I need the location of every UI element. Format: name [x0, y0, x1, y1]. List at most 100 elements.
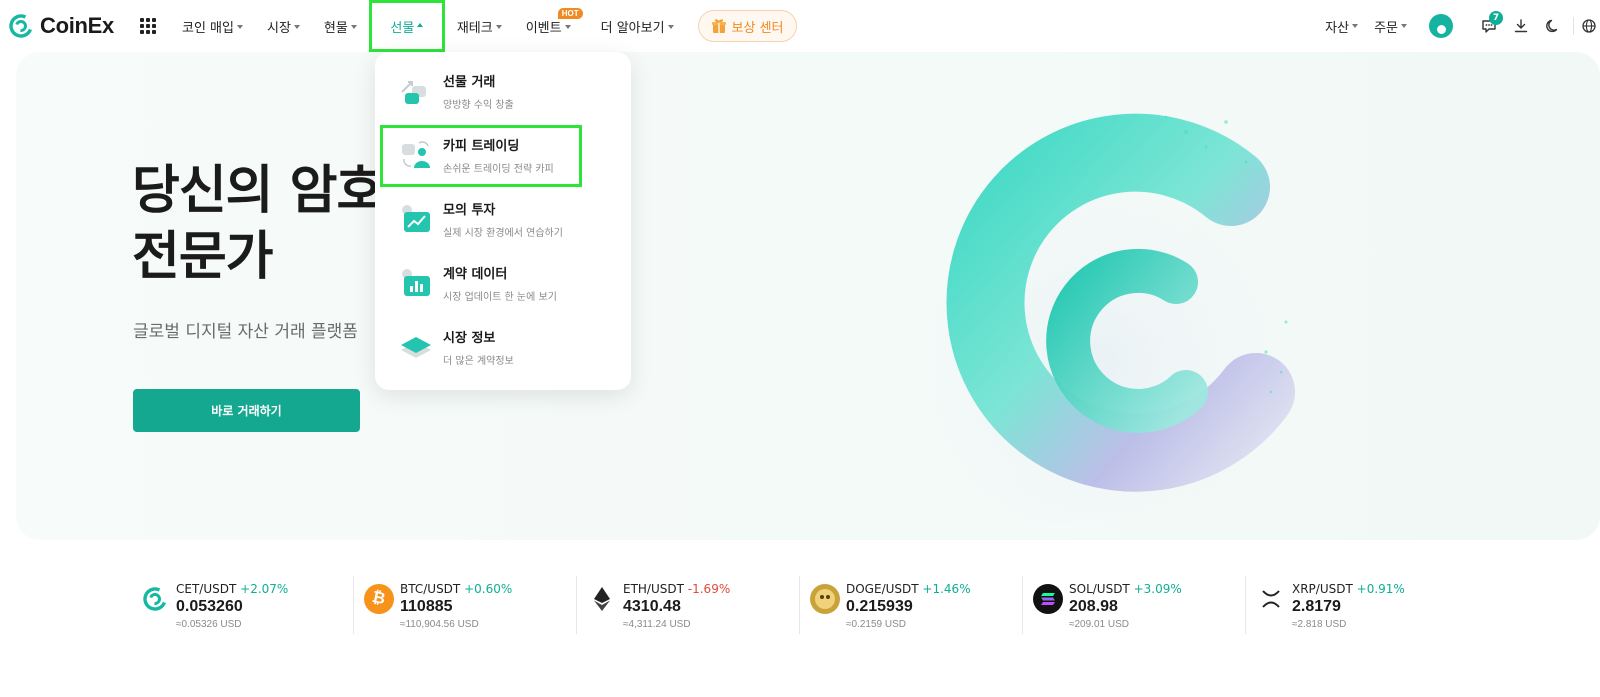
- download-icon: [1514, 19, 1528, 33]
- nav-more-label: 더 알아보기: [600, 20, 665, 36]
- menu-item-desc: 양방향 수익 창출: [443, 100, 514, 111]
- main-nav: 코인 매입 시장 현물 선물 재테크 이벤트 HOT 더 알아보기 보상 센터: [170, 0, 797, 52]
- language-button[interactable]: [1578, 10, 1600, 42]
- menu-item-copy-trading[interactable]: 카피 트레이딩 손쉬운 트레이딩 전략 카피: [375, 124, 631, 186]
- ticker-price: 0.053260: [176, 598, 243, 615]
- coinex-3d-logo-illustration: [901, 113, 1301, 522]
- trade-now-button[interactable]: 바로 거래하기: [133, 389, 360, 432]
- nav-futures-label: 선물: [390, 20, 415, 36]
- market-info-icon: [401, 337, 431, 358]
- menu-item-desc: 손쉬운 트레이딩 전략 카피: [443, 164, 554, 175]
- orders-menu[interactable]: 주문: [1366, 17, 1415, 36]
- ticker-item-xrp[interactable]: XRP/USDT +0.91% 2.8179 ≈2.818 USD: [1245, 576, 1468, 634]
- chevron-down-icon: [236, 25, 243, 29]
- ticker-change: +2.07%: [240, 582, 289, 596]
- chevron-down-icon: [667, 25, 674, 29]
- menu-item-demo-trading[interactable]: 모의 투자 실제 시장 환경에서 연습하기: [375, 188, 631, 250]
- nav-earn-label: 재테크: [456, 20, 493, 36]
- avatar[interactable]: [1429, 14, 1453, 38]
- nav-buy-crypto-label: 코인 매입: [182, 20, 234, 36]
- nav-buy-crypto[interactable]: 코인 매입: [170, 0, 255, 52]
- ticker-change: +0.60%: [464, 582, 513, 596]
- ticker-price: 208.98: [1069, 598, 1118, 615]
- nav-earn[interactable]: 재테크: [445, 0, 514, 52]
- nav-markets[interactable]: 시장: [255, 0, 312, 52]
- menu-item-title: 모의 투자: [443, 203, 496, 218]
- menu-item-title: 선물 거래: [443, 75, 496, 90]
- hero-title: 당신의 암호 전문가: [132, 158, 384, 290]
- chevron-down-icon: [1401, 24, 1407, 28]
- futures-dropdown-menu: 선물 거래 양방향 수익 창출 카피 트레이딩 손쉬운 트레이딩 전략 카피 모…: [375, 52, 631, 390]
- assets-menu[interactable]: 자산: [1317, 17, 1366, 36]
- ticker-price: 2.8179: [1292, 598, 1341, 615]
- ticker-usd: ≈2.818 USD: [1292, 619, 1347, 630]
- demo-trading-icon: [402, 205, 430, 232]
- ticker-item-cet[interactable]: CET/USDT +2.07% 0.053260 ≈0.05326 USD: [130, 576, 353, 634]
- hero-title-line1: 당신의 암호: [132, 161, 384, 221]
- menu-item-contract-data[interactable]: 계약 데이터 시장 업데이트 한 눈에 보기: [375, 252, 631, 314]
- coinex-logo-icon: [9, 14, 33, 38]
- chevron-down-icon: [564, 25, 571, 29]
- ticker-item-btc[interactable]: ₿ BTC/USDT +0.60% 110885 ≈110,904.56 USD: [353, 576, 576, 634]
- orders-label: 주문: [1374, 20, 1398, 36]
- ticker-pair: XRP/USDT: [1292, 582, 1353, 596]
- ticker-price: 110885: [400, 598, 453, 615]
- download-button[interactable]: [1505, 10, 1537, 42]
- coinex-logo[interactable]: CoinEx: [8, 12, 114, 40]
- gift-icon: [711, 19, 726, 33]
- reward-center-label: 보상 센터: [731, 20, 784, 36]
- logo-text: CoinEx: [40, 13, 114, 38]
- assets-label: 자산: [1325, 20, 1350, 36]
- apps-grid-icon[interactable]: [140, 18, 156, 34]
- chevron-down-icon: [1352, 24, 1359, 28]
- menu-item-desc: 더 많은 계약정보: [443, 356, 514, 367]
- reward-center-button[interactable]: 보상 센터: [697, 10, 797, 42]
- nav-events[interactable]: 이벤트 HOT: [514, 0, 589, 52]
- ticker-change: +1.46%: [922, 582, 971, 596]
- eth-coin-icon: [587, 584, 617, 614]
- menu-item-market-info[interactable]: 시장 정보 더 많은 계약정보: [375, 316, 631, 378]
- top-header: CoinEx 코인 매입 시장 현물 선물 재테크 이벤트 HOT 더 알아보기: [0, 0, 1600, 52]
- theme-toggle-button[interactable]: [1537, 10, 1569, 42]
- ticker-pair: ETH/USDT: [623, 582, 684, 596]
- ticker-usd: ≈0.05326 USD: [176, 619, 242, 630]
- nav-futures[interactable]: 선물: [368, 0, 445, 52]
- hero-section: 당신의 암호 전문가 글로벌 디지털 자산 거래 플랫폼 바로 거래하기: [16, 52, 1600, 540]
- messages-button[interactable]: 7: [1473, 10, 1505, 42]
- futures-trade-icon: [401, 81, 426, 104]
- ticker-pair: CET/USDT: [176, 582, 237, 596]
- menu-item-futures-trade[interactable]: 선물 거래 양방향 수익 창출: [375, 60, 631, 122]
- ticker-change: +3.09%: [1133, 582, 1182, 596]
- ticker-change: +0.91%: [1356, 582, 1405, 596]
- sol-coin-icon: [1033, 584, 1063, 614]
- nav-events-label: 이벤트: [525, 20, 562, 36]
- cet-coin-icon: [140, 584, 170, 614]
- ticker-item-doge[interactable]: DOGE/USDT +1.46% 0.215939 ≈0.2159 USD: [799, 576, 1022, 634]
- ticker-price: 0.215939: [846, 598, 913, 615]
- ticker-usd: ≈209.01 USD: [1069, 619, 1129, 630]
- chevron-down-icon: [495, 25, 502, 29]
- moon-icon: [1546, 19, 1558, 33]
- hero-title-line2: 전문가: [132, 227, 274, 287]
- globe-icon: [1582, 19, 1596, 33]
- copy-trading-icon: [402, 141, 430, 168]
- chevron-down-icon: [293, 25, 300, 29]
- notification-count-badge: 7: [1489, 11, 1503, 25]
- ticker-pair: BTC/USDT: [400, 582, 461, 596]
- menu-item-title: 계약 데이터: [443, 267, 508, 282]
- nav-spot[interactable]: 현물: [312, 0, 369, 52]
- nav-more[interactable]: 더 알아보기: [589, 0, 686, 52]
- ticker-usd: ≈4,311.24 USD: [623, 619, 691, 630]
- ticker-change: -1.69%: [687, 582, 731, 596]
- ticker-pair: SOL/USDT: [1069, 582, 1130, 596]
- chevron-up-icon: [417, 23, 424, 27]
- price-ticker: CET/USDT +2.07% 0.053260 ≈0.05326 USD ₿ …: [130, 576, 1468, 636]
- ticker-usd: ≈0.2159 USD: [846, 619, 906, 630]
- nav-spot-label: 현물: [323, 20, 348, 36]
- nav-markets-label: 시장: [266, 20, 291, 36]
- ticker-item-eth[interactable]: ETH/USDT -1.69% 4310.48 ≈4,311.24 USD: [576, 576, 799, 634]
- xrp-coin-icon: [1256, 584, 1286, 614]
- header-right: 자산 주문 7: [1317, 0, 1600, 52]
- ticker-item-sol[interactable]: SOL/USDT +3.09% 208.98 ≈209.01 USD: [1022, 576, 1245, 634]
- user-icon: [1436, 25, 1446, 34]
